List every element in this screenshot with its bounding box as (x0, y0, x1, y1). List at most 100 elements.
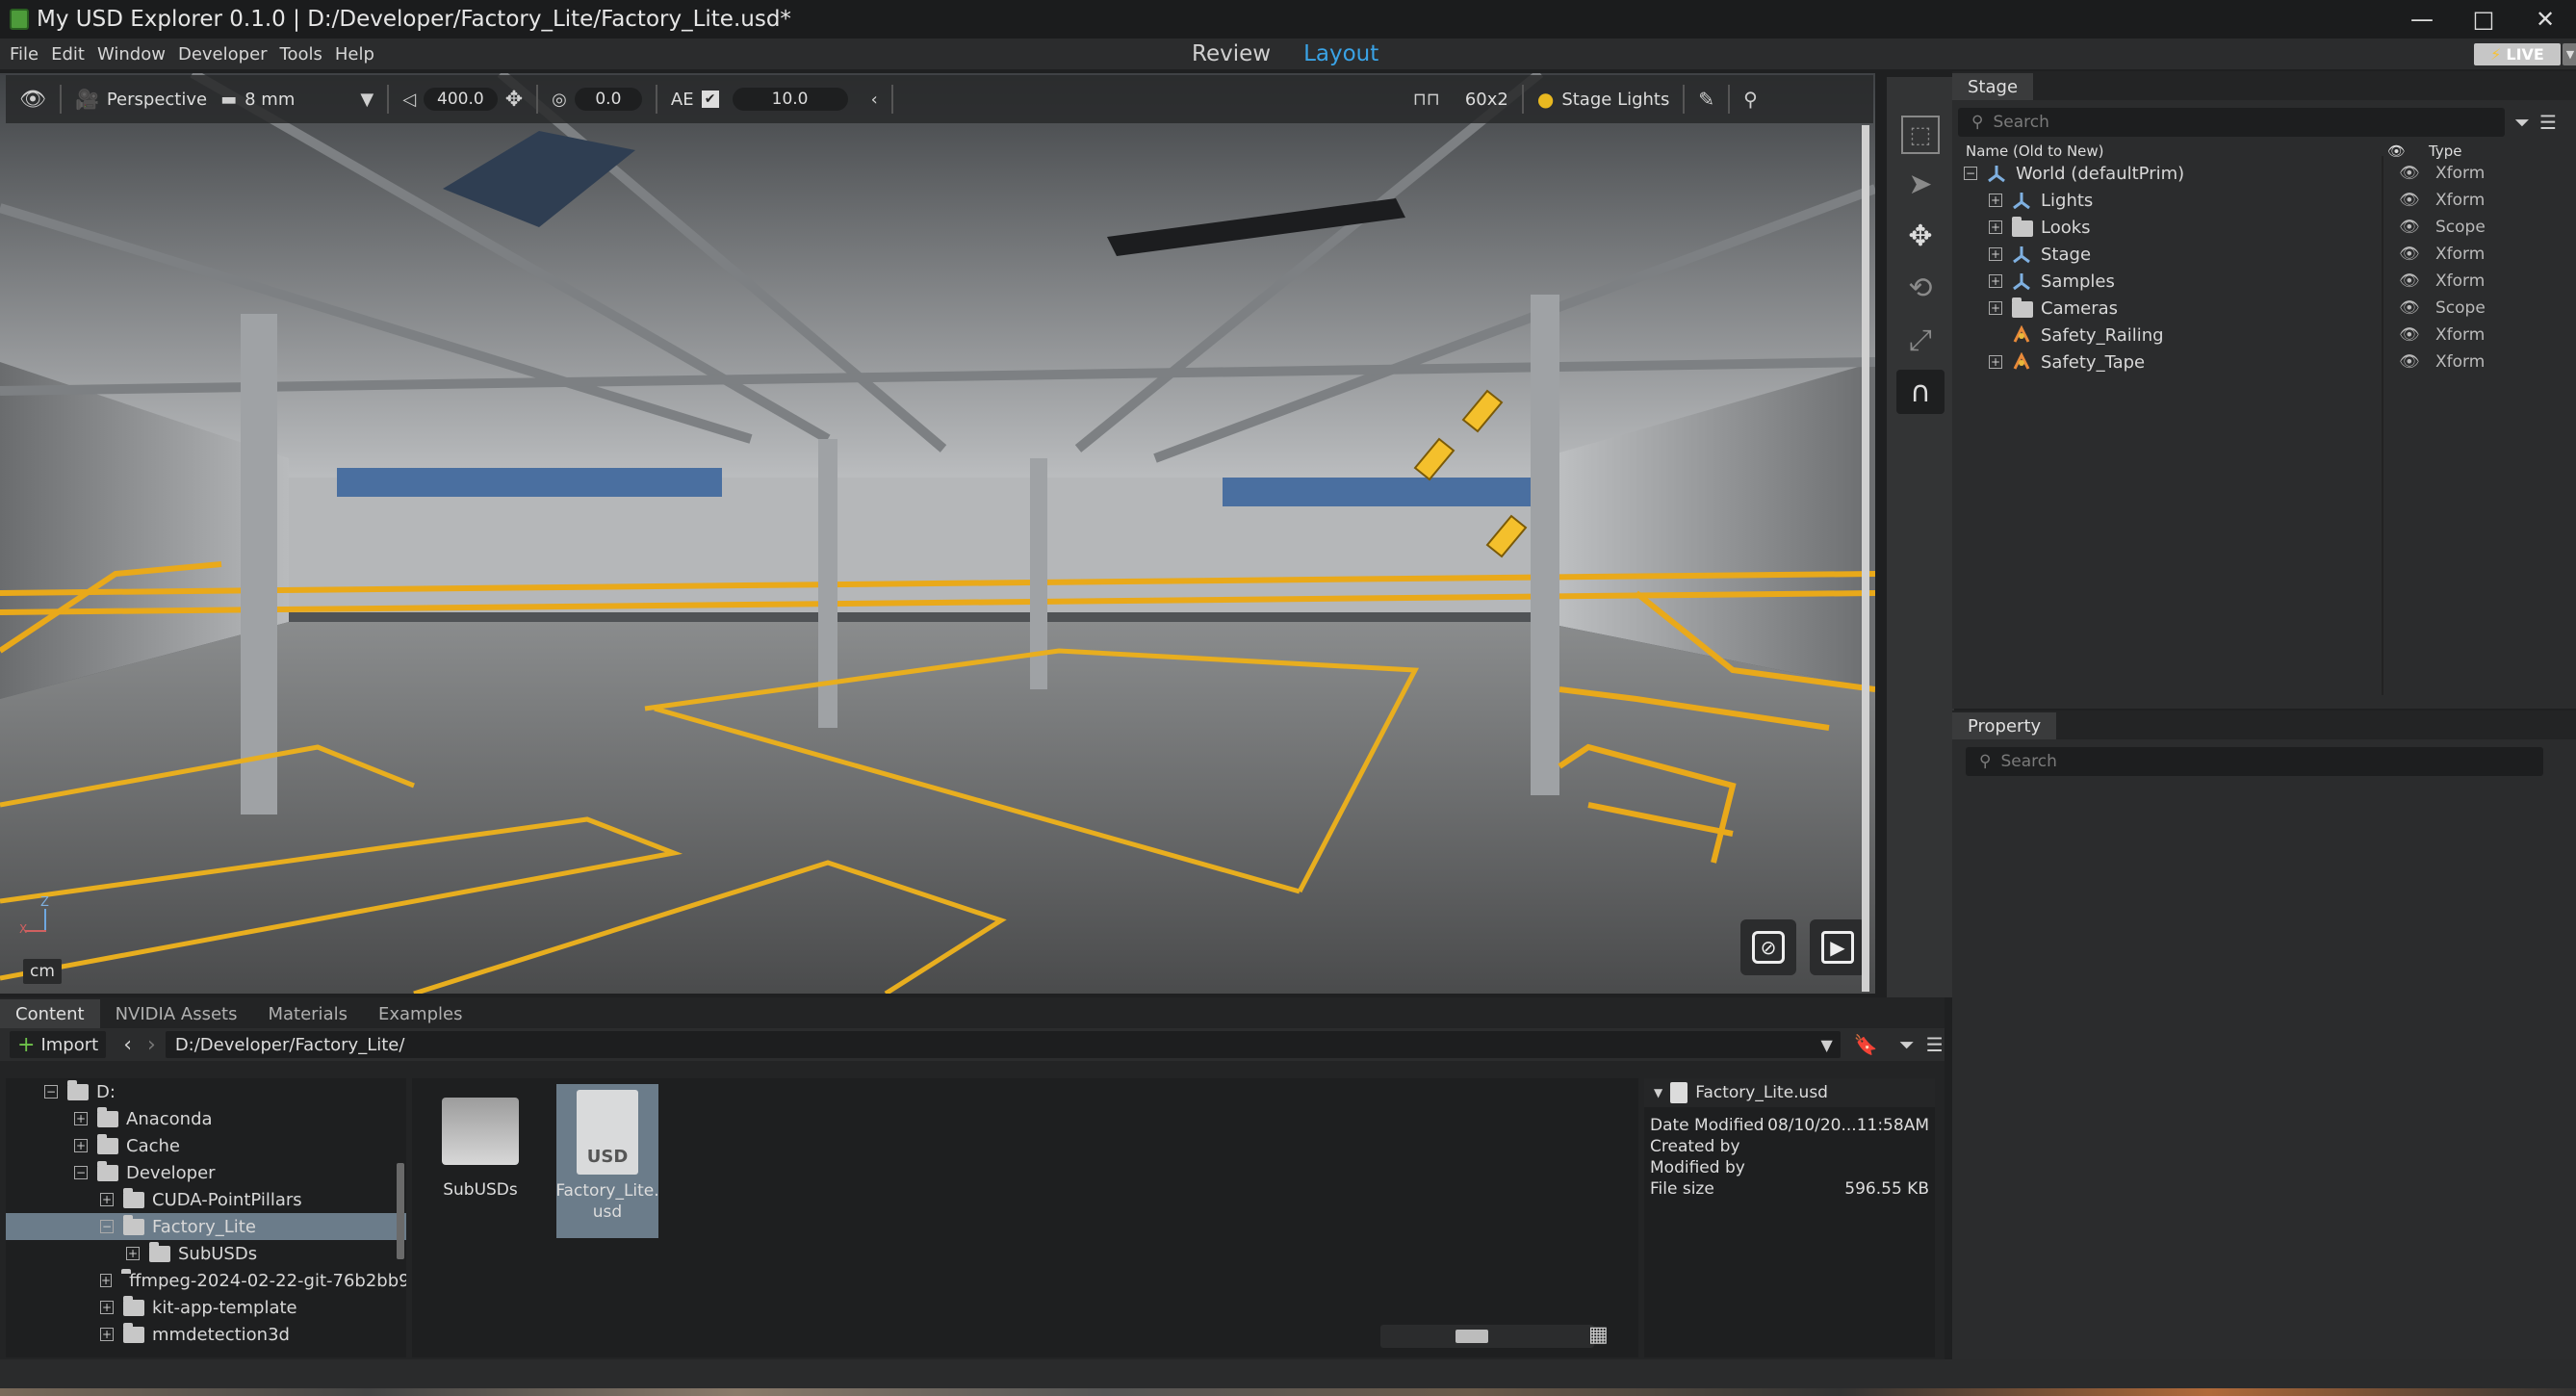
col-name-header[interactable]: Name (Old to New) (1966, 142, 2104, 160)
chevron-left-icon[interactable]: ‹ (871, 90, 878, 110)
rotate-tool-icon[interactable]: ⟲ (1896, 266, 1945, 310)
folder-tree-row[interactable]: + kit-app-template (6, 1294, 406, 1321)
folder-tree-scrollbar[interactable] (397, 1163, 404, 1259)
visibility-eye-icon[interactable]: 👁 (2399, 271, 2420, 291)
checkbox-checked-icon[interactable]: ✔ (701, 90, 719, 108)
expand-icon[interactable]: + (1989, 274, 2002, 288)
tab-examples[interactable]: Examples (363, 999, 477, 1028)
viewport-scrollbar[interactable] (1862, 125, 1869, 992)
visibility-eye-icon[interactable]: 👁 (2399, 218, 2420, 237)
dropdown-triangle-icon[interactable]: ▼ (360, 90, 374, 110)
menu-developer[interactable]: Developer (172, 44, 274, 65)
speed-control[interactable]: 10.0 ‹ (732, 88, 878, 111)
forward-arrow-icon[interactable]: › (147, 1033, 156, 1057)
location-pin-icon[interactable]: ⚲ (1743, 88, 1758, 111)
camera-select[interactable]: 🎥 Perspective (75, 88, 207, 111)
speed-field[interactable]: 10.0 (732, 88, 848, 111)
grid-item-usd-file[interactable]: USD Factory_Lite. usd (555, 1084, 659, 1238)
expand-icon[interactable]: + (100, 1274, 113, 1287)
filter-icon[interactable]: ⏷ (2514, 111, 2530, 134)
expand-icon[interactable]: + (126, 1247, 140, 1260)
expand-icon[interactable]: + (1989, 247, 2002, 261)
stage-tree-row[interactable]: + Samples 👁 Xform (1964, 268, 2576, 295)
stage-tree-row[interactable]: + Looks 👁 Scope (1964, 214, 2576, 241)
hamburger-menu-icon[interactable]: ☰ (1926, 1033, 1944, 1056)
move-target-icon[interactable]: ✥ (505, 88, 523, 112)
fov-field[interactable]: 400.0 (424, 88, 498, 111)
folder-tree-row[interactable]: − D: (6, 1078, 406, 1105)
select-mode-icon[interactable]: ⬚ (1901, 116, 1940, 154)
collapse-icon[interactable]: − (100, 1220, 114, 1233)
fov-control[interactable]: ◁ 400.0 ✥ (402, 88, 523, 112)
eye-visibility-icon[interactable]: 👁 (19, 88, 46, 112)
import-button[interactable]: + Import (10, 1031, 107, 1058)
menu-file[interactable]: File (4, 44, 45, 65)
zoom-slider[interactable] (1380, 1325, 1594, 1348)
stage-tree-row[interactable]: + Cameras 👁 Scope (1964, 295, 2576, 322)
filter-icon[interactable]: ⏷ (1899, 1033, 1915, 1056)
collapse-icon[interactable]: − (44, 1085, 58, 1099)
lens-select[interactable]: ▬ 8 mm ▼ (220, 90, 374, 110)
viewport[interactable] (0, 73, 1875, 994)
folder-tree-row[interactable]: + Cache (6, 1132, 406, 1159)
auto-exposure-toggle[interactable]: AE ✔ (671, 90, 719, 110)
expand-icon[interactable]: + (100, 1193, 114, 1206)
tab-property[interactable]: Property (1952, 712, 2057, 739)
visibility-eye-icon[interactable]: 👁 (2399, 164, 2420, 183)
live-button[interactable]: ⚡ LIVE ▼ (2474, 43, 2576, 65)
stage-tree-row[interactable]: − World (defaultPrim) 👁 Xform (1964, 160, 2576, 187)
menu-help[interactable]: Help (329, 44, 381, 65)
expand-icon[interactable]: + (1989, 220, 2002, 234)
stage-tree-row[interactable]: + Safety_Tape 👁 Xform (1964, 349, 2576, 375)
property-search-input[interactable]: ⚲ Search (1966, 747, 2543, 776)
grid-view-icon[interactable]: ▦ (1588, 1323, 1609, 1347)
expand-icon[interactable]: + (74, 1139, 88, 1152)
move-tool-icon[interactable]: ✥ (1896, 214, 1945, 258)
mode-review-tab[interactable]: Review (1192, 41, 1271, 66)
expand-icon[interactable]: + (74, 1112, 88, 1125)
maximize-button[interactable]: □ (2453, 0, 2514, 39)
collapse-triangle-icon[interactable]: ▼ (1654, 1086, 1662, 1099)
expand-icon[interactable]: + (100, 1301, 114, 1314)
resolution-select[interactable]: ⊓⊓ 60x2 (1413, 90, 1508, 110)
visibility-eye-icon[interactable]: 👁 (2399, 191, 2420, 210)
play-button[interactable]: ▶ (1810, 919, 1866, 975)
path-field[interactable]: D:/Developer/Factory_Lite/ ▼ (165, 1031, 1841, 1058)
collapse-icon[interactable]: − (74, 1166, 88, 1179)
expand-icon[interactable]: + (100, 1328, 114, 1341)
folder-tree-row[interactable]: + CUDA-PointPillars (6, 1186, 406, 1213)
col-type-header[interactable]: Type (2429, 142, 2461, 160)
grid-item-folder[interactable]: SubUSDs (427, 1088, 533, 1200)
scale-tool-icon[interactable]: ⤢ (1896, 318, 1945, 362)
hamburger-menu-icon[interactable]: ☰ (2539, 111, 2557, 134)
visibility-eye-icon[interactable]: 👁 (2399, 245, 2420, 264)
live-dropdown-icon[interactable]: ▼ (2563, 43, 2576, 65)
stage-search-input[interactable]: ⚲ Search (1958, 108, 2505, 137)
tab-content[interactable]: Content (0, 999, 100, 1028)
snap-magnet-icon[interactable]: ∩ (1896, 370, 1945, 414)
close-button[interactable]: ✕ (2514, 0, 2576, 39)
folder-tree-row[interactable]: − Factory_Lite (6, 1213, 406, 1240)
visibility-eye-icon[interactable]: 👁 (2399, 298, 2420, 318)
visibility-eye-icon[interactable]: 👁 (2399, 352, 2420, 372)
folder-tree-row[interactable]: + ffmpeg-2024-02-22-git-76b2bb96 (6, 1267, 406, 1294)
cursor-arrow-icon[interactable]: ➤ (1896, 162, 1945, 206)
pencil-icon[interactable]: ✎ (1698, 88, 1714, 111)
lighting-select[interactable]: ● Stage Lights (1537, 88, 1670, 111)
menu-tools[interactable]: Tools (274, 44, 329, 65)
folder-tree-row[interactable]: − Developer (6, 1159, 406, 1186)
expand-icon[interactable]: + (1989, 194, 2002, 207)
folder-tree-row[interactable]: + mmdetection3d (6, 1321, 406, 1348)
stage-tree-row[interactable]: + Stage 👁 Xform (1964, 241, 2576, 268)
menu-edit[interactable]: Edit (45, 44, 91, 65)
tab-nvidia-assets[interactable]: NVIDIA Assets (100, 999, 253, 1028)
visibility-eye-icon[interactable]: 👁 (2399, 325, 2420, 345)
tab-stage[interactable]: Stage (1952, 73, 2034, 100)
stage-tree-row[interactable]: + Lights 👁 Xform (1964, 187, 2576, 214)
tab-materials[interactable]: Materials (252, 999, 363, 1028)
expand-icon[interactable]: + (1989, 355, 2002, 369)
exposure-control[interactable]: ◎ 0.0 (552, 88, 642, 111)
minimize-button[interactable]: — (2391, 0, 2453, 39)
bookmark-icon[interactable]: 🔖 (1854, 1033, 1878, 1056)
menu-window[interactable]: Window (91, 44, 172, 65)
